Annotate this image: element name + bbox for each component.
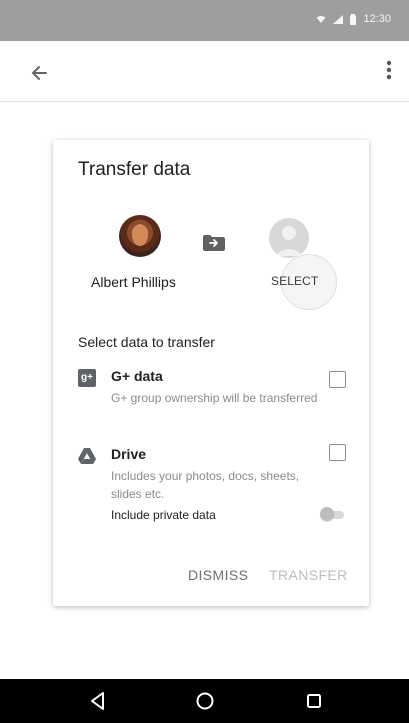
dialog-title: Transfer data bbox=[78, 159, 191, 180]
person-icon bbox=[275, 226, 303, 256]
select-account-button[interactable]: SELECT bbox=[271, 274, 318, 288]
wifi-icon bbox=[316, 15, 326, 23]
forward-arrow-icon bbox=[203, 235, 225, 251]
select-account-avatar[interactable] bbox=[269, 218, 309, 258]
source-account-name: Albert Phillips bbox=[91, 274, 176, 290]
drive-item-title: Drive bbox=[111, 446, 147, 462]
battery-icon bbox=[350, 13, 357, 25]
square-recents-icon bbox=[307, 694, 321, 708]
triangle-back-icon bbox=[91, 692, 104, 710]
nav-home-button[interactable] bbox=[193, 689, 217, 713]
drive-checkbox[interactable] bbox=[329, 444, 346, 461]
drive-icon bbox=[78, 448, 96, 464]
gplus-item-description: G+ group ownership will be transferred bbox=[111, 391, 318, 405]
more-vert-icon bbox=[386, 60, 392, 80]
circle-home-icon bbox=[196, 692, 214, 710]
transfer-data-dialog: Transfer data Albert Phillips SELECT Sel… bbox=[53, 140, 369, 606]
section-title: Select data to transfer bbox=[78, 334, 215, 350]
dismiss-button[interactable]: DISMISS bbox=[188, 567, 248, 583]
gplus-item-title: G+ data bbox=[111, 368, 163, 384]
source-avatar bbox=[119, 215, 161, 257]
private-data-toggle[interactable] bbox=[320, 507, 344, 521]
private-data-label: Include private data bbox=[111, 508, 216, 522]
drive-item-description: Includes your photos, docs, sheets, slid… bbox=[111, 469, 300, 501]
status-time: 12:30 bbox=[363, 13, 391, 25]
toggle-thumb bbox=[320, 507, 334, 521]
app-bar bbox=[0, 41, 409, 102]
back-button[interactable] bbox=[26, 59, 54, 87]
nav-back-button[interactable] bbox=[86, 689, 110, 713]
status-bar: 12:30 bbox=[0, 0, 409, 41]
navigation-bar bbox=[0, 679, 409, 723]
arrow-back-icon bbox=[32, 66, 47, 80]
status-icons: 12:30 bbox=[316, 13, 391, 25]
avatar-face bbox=[132, 224, 148, 246]
signal-icon bbox=[333, 14, 344, 24]
nav-recents-button[interactable] bbox=[302, 689, 326, 713]
gplus-checkbox[interactable] bbox=[329, 371, 346, 388]
transfer-button[interactable]: TRANSFER bbox=[269, 567, 348, 583]
overflow-menu-button[interactable] bbox=[377, 57, 401, 85]
google-plus-icon: g+ bbox=[78, 369, 96, 387]
